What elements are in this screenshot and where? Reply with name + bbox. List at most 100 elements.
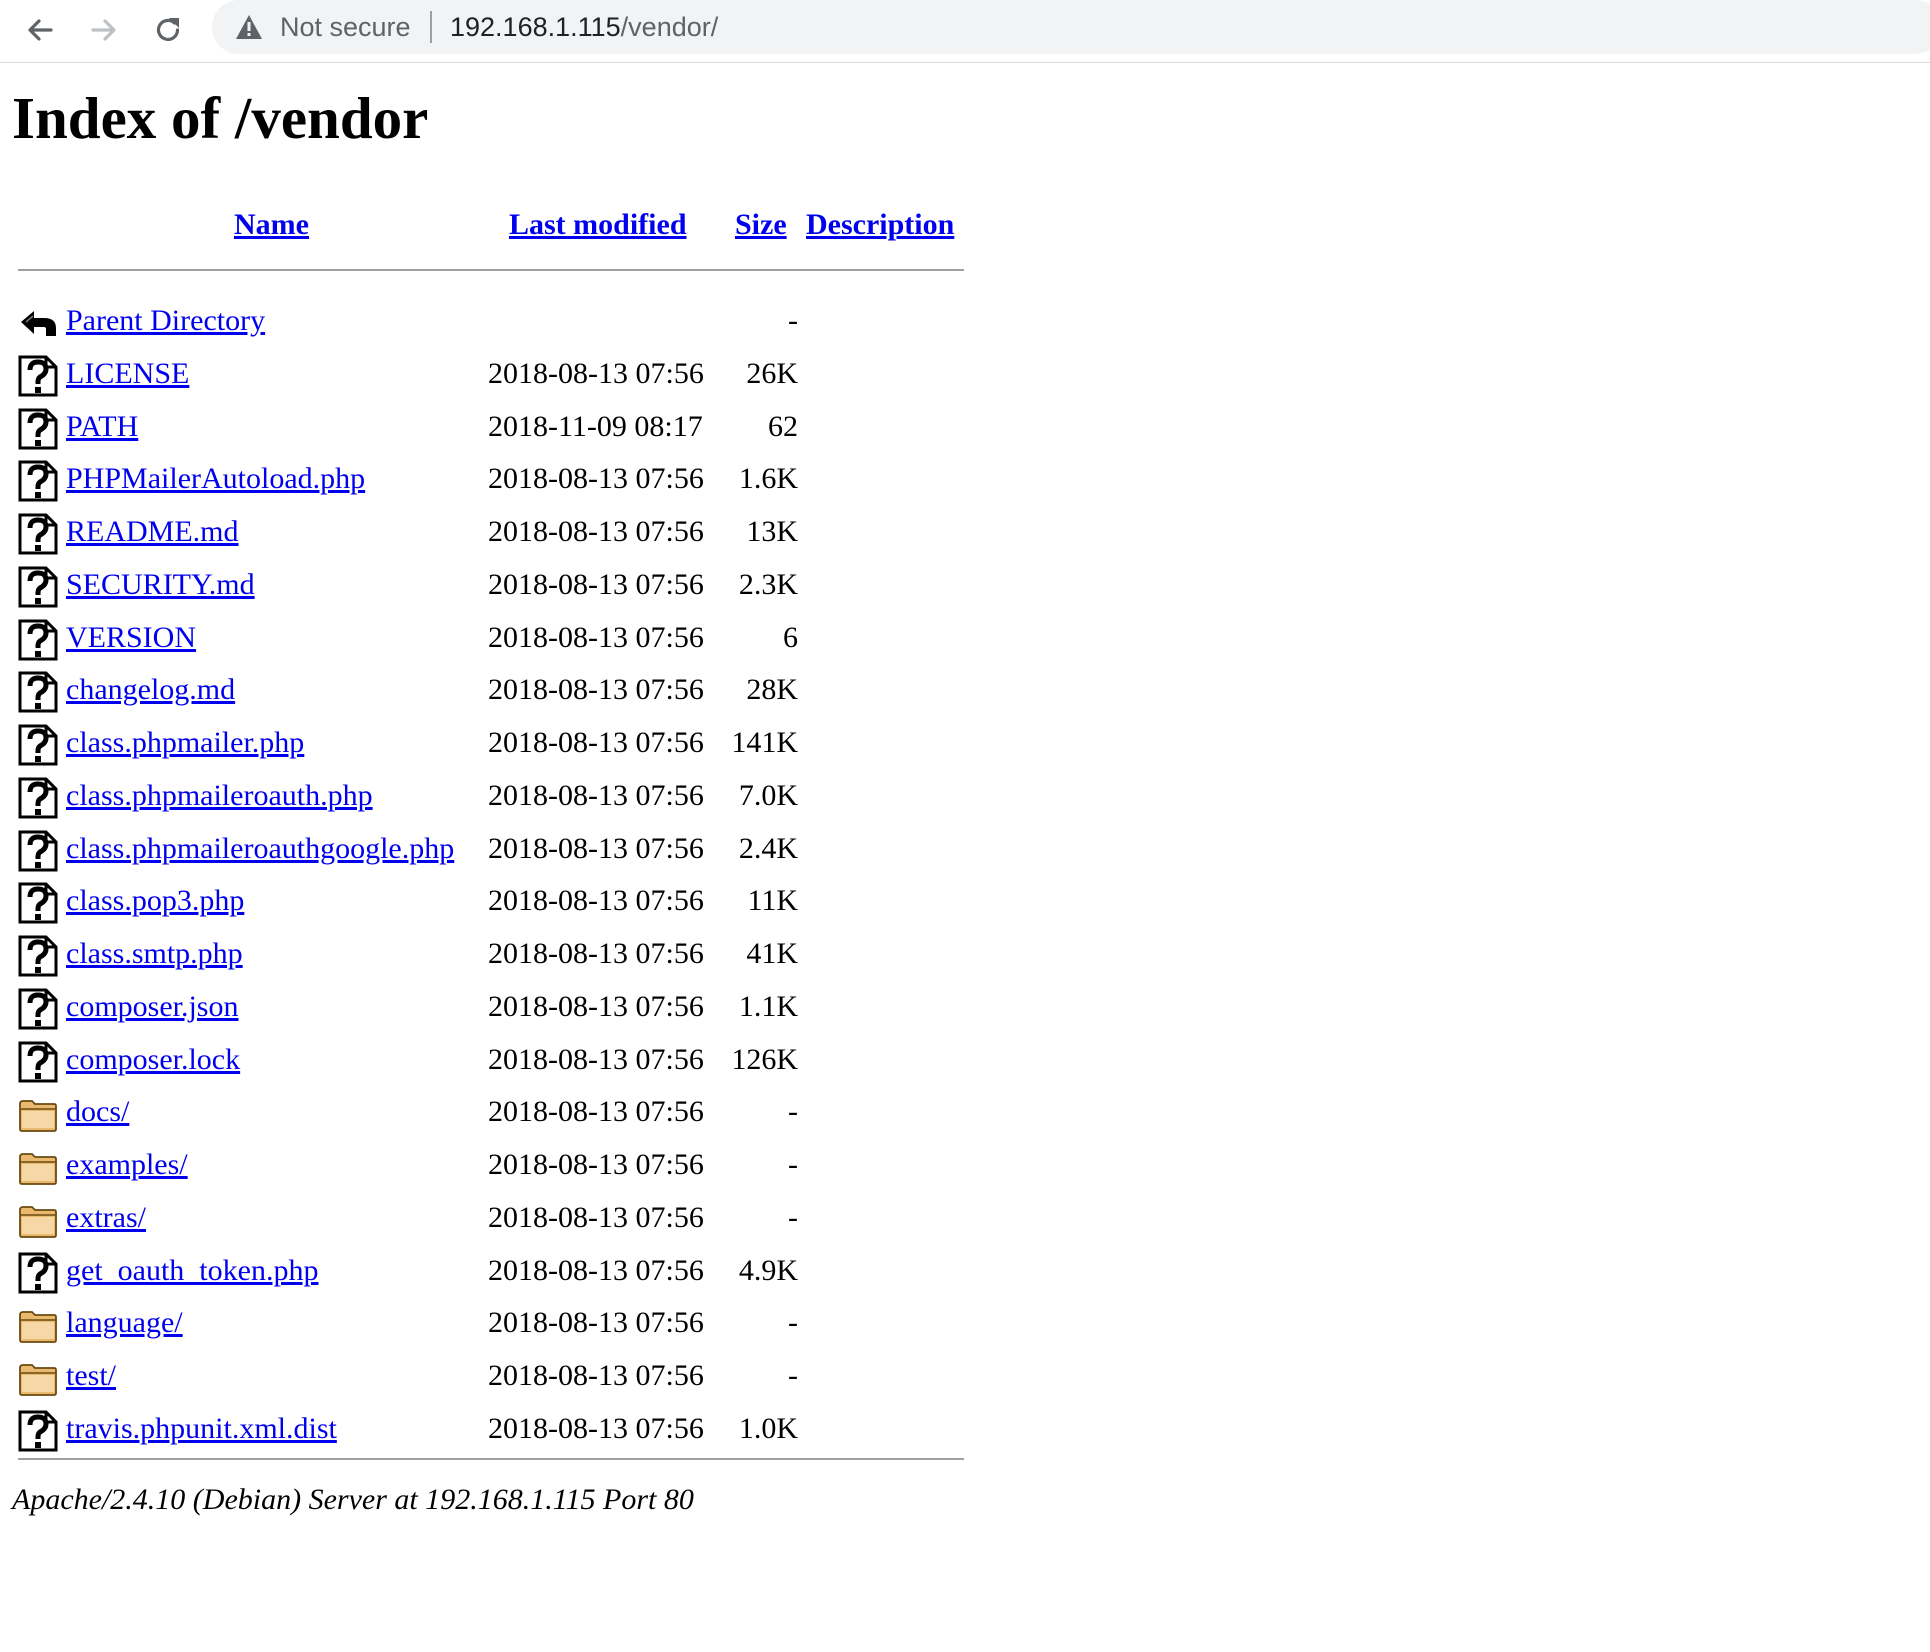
file-link[interactable]: class.pop3.php: [66, 883, 244, 919]
listing-row: language/2018-08-13 07:56 -: [0, 1298, 1000, 1350]
size-cell: 11K: [747, 884, 798, 918]
listing-row: examples/2018-08-13 07:56 -: [0, 1140, 1000, 1192]
last-modified-cell: 2018-08-13 07:56: [488, 620, 704, 654]
listing-row: class.pop3.php 2018-08-13 07:56 11K: [0, 876, 1000, 928]
file-link[interactable]: class.phpmailer.php: [66, 725, 304, 761]
arrow-right-icon: [91, 19, 116, 41]
omnibox-divider: [430, 11, 432, 43]
file-link[interactable]: README.md: [66, 514, 239, 550]
listing-row: composer.json 2018-08-13 07:56 1.1K: [0, 982, 1000, 1034]
unknown-file-icon: [18, 882, 58, 924]
page-title: Index of /vendor: [12, 85, 429, 151]
header-divider: [18, 269, 964, 271]
last-modified-cell: 2018-08-13 07:56: [488, 673, 704, 707]
listing-row: extras/2018-08-13 07:56 -: [0, 1193, 1000, 1245]
last-modified-cell: 2018-08-13 07:56: [488, 1200, 704, 1234]
file-link[interactable]: changelog.md: [66, 672, 235, 708]
folder-icon: [18, 1357, 58, 1399]
last-modified-cell: 2018-08-13 07:56: [488, 1359, 704, 1392]
last-modified-cell: 2018-08-13 07:56: [488, 778, 704, 812]
folder-icon: [18, 1199, 58, 1241]
listing-row: class.phpmailer.php 2018-08-13 07:56 141K: [0, 718, 1000, 770]
sort-by-size-link[interactable]: Size: [735, 207, 787, 243]
folder-link[interactable]: extras/: [66, 1200, 146, 1236]
sort-by-name-link[interactable]: Name: [234, 207, 309, 243]
size-cell: 4.9K: [738, 1253, 798, 1287]
listing-row: PHPMailerAutoload.php 2018-08-13 07:56 1.6…: [0, 454, 1000, 506]
size-cell: 62: [768, 409, 798, 443]
file-link[interactable]: class.phpmaileroauthgoogle.php: [66, 831, 454, 867]
file-link[interactable]: VERSION: [66, 620, 196, 656]
file-link[interactable]: PHPMailerAutoload.php: [66, 461, 365, 497]
folder-icon: [18, 1304, 58, 1346]
file-link[interactable]: composer.lock: [66, 1042, 240, 1078]
size-cell: -: [788, 1095, 798, 1129]
listing-row: PATH 2018-11-09 08:17 62: [0, 402, 1000, 454]
unknown-file-icon: [18, 619, 58, 661]
listing-row: VERSION 2018-08-13 07:56 6: [0, 613, 1000, 665]
last-modified-cell: 2018-08-13 07:56: [488, 937, 704, 970]
file-link[interactable]: get_oauth_token.php: [66, 1253, 318, 1289]
size-cell: -: [788, 1148, 798, 1181]
listing-row: changelog.md 2018-08-13 07:56 28K: [0, 665, 1000, 717]
file-link[interactable]: class.phpmaileroauth.php: [66, 778, 373, 814]
url-path: /vendor/: [620, 12, 719, 42]
last-modified-cell: 2018-08-13 07:56: [488, 1148, 704, 1181]
unknown-file-icon: [18, 935, 58, 977]
size-cell: 7.0K: [738, 778, 798, 812]
last-modified-cell: 2018-08-13 07:56: [488, 1253, 704, 1287]
server-signature: Apache/2.4.10 (Debian) Server at 192.168…: [12, 1483, 694, 1516]
last-modified-cell: 2018-08-13 07:56: [488, 356, 704, 390]
folder-link[interactable]: docs/: [66, 1094, 129, 1130]
last-modified-cell: 2018-08-13 07:56: [488, 831, 704, 865]
size-cell: 26K: [746, 356, 798, 390]
folder-icon: [18, 1146, 58, 1188]
arrow-left-icon: [28, 19, 53, 41]
size-cell: 126K: [731, 1042, 798, 1076]
forward-button[interactable]: [80, 6, 128, 54]
file-link[interactable]: LICENSE: [66, 356, 189, 392]
warning-icon[interactable]: [234, 13, 264, 41]
file-link[interactable]: SECURITY.md: [66, 567, 255, 603]
folder-link[interactable]: test/: [66, 1358, 116, 1394]
folder-link[interactable]: examples/: [66, 1147, 188, 1183]
file-link[interactable]: composer.json: [66, 989, 239, 1025]
parent-directory-link[interactable]: Parent Directory: [66, 303, 265, 339]
folder-link[interactable]: language/: [66, 1305, 183, 1341]
listing-row: docs/2018-08-13 07:56 -: [0, 1087, 1000, 1139]
listing-row: travis.phpunit.xml.dist 2018-08-13 07:56 1…: [0, 1404, 1000, 1456]
listing-row: SECURITY.md 2018-08-13 07:56 2.3K: [0, 560, 1000, 612]
unknown-file-icon: [18, 830, 58, 872]
listing-row: Parent Directory -: [0, 296, 1000, 348]
size-cell: 2.3K: [738, 567, 798, 601]
file-link[interactable]: class.smtp.php: [66, 936, 243, 972]
address-bar[interactable]: Not secure 192.168.1.115/vendor/: [212, 0, 1930, 54]
last-modified-cell: 2018-08-13 07:56: [488, 567, 704, 601]
last-modified-cell: 2018-08-13 07:56: [488, 989, 704, 1023]
last-modified-cell: 2018-08-13 07:56: [488, 1306, 704, 1340]
listing-row: class.smtp.php 2018-08-13 07:56 41K: [0, 929, 1000, 981]
listing-row: class.phpmaileroauth.php 2018-08-13 07:56…: [0, 771, 1000, 823]
file-link[interactable]: travis.phpunit.xml.dist: [66, 1411, 337, 1447]
url-text[interactable]: 192.168.1.115/vendor/: [450, 11, 718, 43]
browser-toolbar: Not secure 192.168.1.115/vendor/: [0, 0, 1930, 63]
unknown-file-icon: [18, 1252, 58, 1294]
size-cell: 1.6K: [738, 462, 798, 496]
reload-icon: [156, 18, 180, 42]
size-cell: -: [788, 1200, 798, 1234]
sort-by-description-link[interactable]: Description: [806, 207, 954, 243]
last-modified-cell: 2018-08-13 07:56: [488, 884, 704, 918]
back-button[interactable]: [16, 6, 64, 54]
listing-row: LICENSE 2018-08-13 07:56 26K: [0, 349, 1000, 401]
file-link[interactable]: PATH: [66, 409, 138, 445]
unknown-file-icon: [18, 566, 58, 608]
folder-icon: [18, 1093, 58, 1135]
last-modified-cell: 2018-08-13 07:56: [488, 1042, 704, 1076]
unknown-file-icon: [18, 408, 58, 450]
size-cell: 13K: [746, 515, 798, 548]
url-host: 192.168.1.115: [450, 12, 621, 42]
listing-row: README.md 2018-08-13 07:56 13K: [0, 507, 1000, 559]
security-status-label[interactable]: Not secure: [280, 11, 411, 43]
sort-by-last-modified-link[interactable]: Last modified: [509, 207, 687, 243]
reload-button[interactable]: [144, 6, 192, 54]
